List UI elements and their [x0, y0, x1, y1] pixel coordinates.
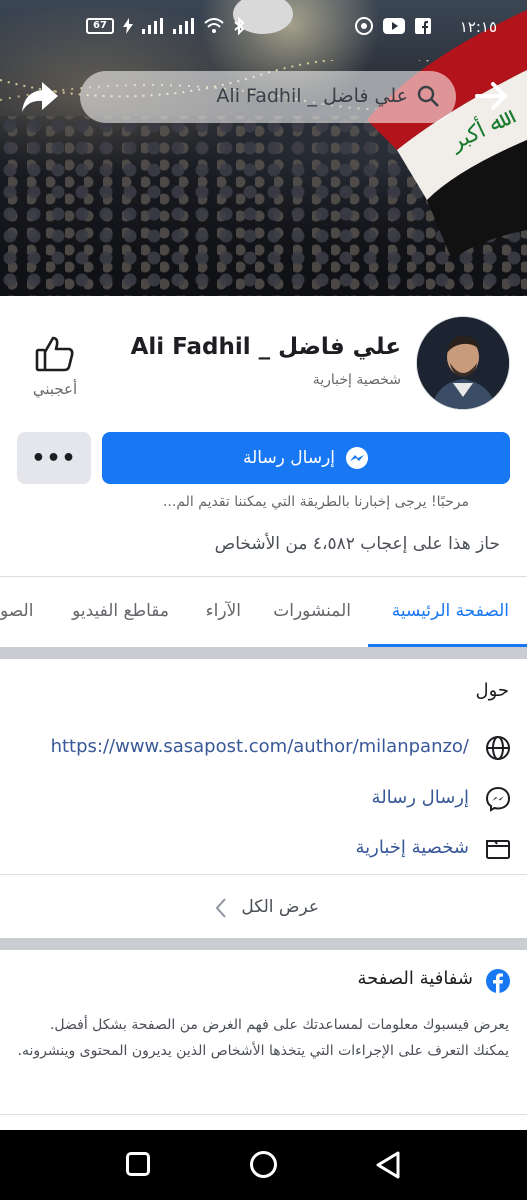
tab-reviews[interactable]: الآراء [206, 601, 241, 621]
tab-home[interactable]: الصفحة الرئيسية [392, 601, 509, 621]
wifi-icon [204, 18, 224, 33]
likes-count: حاز هذا على إعجاب ٤،٥٨٢ من الأشخاص [214, 534, 500, 554]
status-bar-left: 67 [86, 17, 245, 35]
send-message-label: إرسال رسالة [242, 448, 336, 468]
about-title: حول [475, 680, 509, 701]
greeting-text: مرحبًا! يرجى إخبارنا بالطريقة التي يمكنن… [162, 494, 469, 510]
home-icon[interactable] [250, 1151, 277, 1178]
battery-icon: 67 [86, 18, 114, 34]
globe-icon [486, 736, 510, 760]
chrome-icon [355, 17, 373, 35]
website-row[interactable]: https://www.sasapost.com/author/milanpan… [11, 733, 511, 763]
page-name: Ali Fadhil _ علي فاضل [130, 334, 401, 360]
youtube-icon [383, 18, 405, 34]
transparency-title: شفافية الصفحة [357, 968, 473, 989]
signal-icon [142, 18, 163, 34]
notification-icons [355, 17, 431, 35]
like-button[interactable]: أعجبني [26, 336, 84, 398]
profile-avatar[interactable] [416, 316, 510, 410]
section-separator [0, 647, 527, 659]
messenger-outline-icon [485, 786, 511, 812]
page-tabs: الصفحة الرئيسية المنشورات الآراء مقاطع ا… [0, 578, 527, 646]
divider [0, 576, 527, 577]
chevron-left-icon [215, 898, 226, 918]
tab-photos[interactable]: الصو [0, 601, 33, 621]
search-query: علي فاضل _ Ali Fadhil [216, 85, 408, 107]
category-link[interactable]: شخصية إخبارية [355, 837, 469, 858]
facebook-icon [486, 969, 510, 993]
share-icon[interactable] [20, 76, 60, 116]
see-all-label: عرض الكل [241, 897, 319, 917]
transparency-body: يعرض فيسبوك معلومات لمساعدتك على فهم الغ… [17, 1017, 509, 1059]
section-separator [0, 938, 527, 950]
message-row[interactable]: إرسال رسالة [11, 784, 511, 814]
folder-icon [486, 840, 510, 859]
status-bar: 67 ١٢:١٥ [0, 0, 527, 58]
divider [0, 874, 527, 875]
android-navigation-bar [0, 1130, 527, 1200]
charging-icon [123, 18, 133, 34]
message-link[interactable]: إرسال رسالة [372, 787, 469, 808]
back-triangle-icon[interactable] [374, 1150, 402, 1180]
tab-posts[interactable]: المنشورات [273, 601, 351, 621]
tab-videos[interactable]: مقاطع الفيديو [72, 601, 169, 621]
signal-icon-2 [173, 18, 194, 34]
see-all-button[interactable]: عرض الكل [0, 880, 527, 936]
search-bar[interactable]: علي فاضل _ Ali Fadhil [80, 71, 456, 123]
thumbs-up-icon [35, 336, 74, 372]
send-message-button[interactable]: إرسال رسالة [102, 432, 510, 484]
messenger-icon [346, 447, 369, 469]
more-options-button[interactable]: ••• [17, 432, 91, 484]
recent-apps-icon[interactable] [126, 1152, 150, 1176]
website-link[interactable]: https://www.sasapost.com/author/milanpan… [51, 736, 469, 757]
like-label: أعجبني [32, 380, 78, 398]
clock: ١٢:١٥ [459, 18, 497, 36]
back-arrow-icon[interactable] [473, 76, 509, 116]
divider [0, 1114, 527, 1115]
category-row[interactable]: شخصية إخبارية [11, 834, 511, 864]
facebook-notification-icon [415, 18, 431, 34]
bluetooth-icon [234, 17, 245, 35]
search-icon [417, 85, 439, 107]
avatar-portrait [417, 317, 509, 409]
page-category: شخصية إخبارية [312, 372, 401, 388]
